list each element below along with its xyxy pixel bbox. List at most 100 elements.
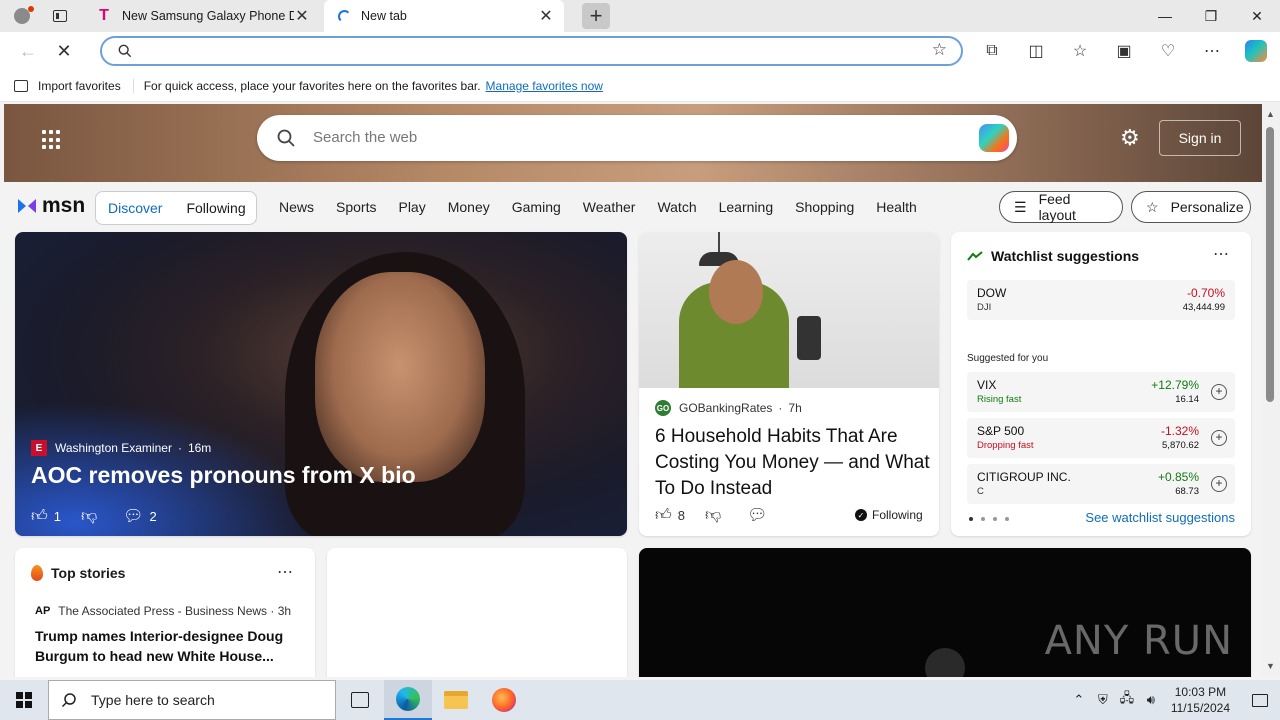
close-tab-icon[interactable]: ✕ [294, 6, 310, 26]
tab-samsung-deals[interactable]: T New Samsung Galaxy Phone Dea ✕ [82, 0, 320, 32]
video-card[interactable]: ANY RUN [639, 548, 1251, 677]
sliders-icon: ☰ [1014, 198, 1027, 215]
profile-button[interactable] [0, 0, 44, 32]
story-source: E Washington Examiner · 16m [31, 440, 211, 456]
favorite-star-icon[interactable]: ☆ [932, 40, 947, 60]
like-button[interactable]: 👍︎ 1 [31, 507, 61, 526]
msn-logo[interactable]: msn [16, 194, 85, 218]
dislike-button[interactable]: 👎︎ [705, 506, 727, 525]
watchlist-row-vix[interactable]: VIX Rising fast +12.79% 16.14 + [967, 372, 1235, 412]
nav-weather[interactable]: Weather [572, 199, 647, 215]
feed-layout-button[interactable]: ☰ Feed layout [999, 191, 1123, 223]
more-options-icon[interactable]: ⋯ [1213, 244, 1229, 264]
favorites-icon[interactable]: ☆ [1058, 35, 1102, 67]
nav-learning[interactable]: Learning [708, 199, 785, 215]
import-favorites-button[interactable]: Import favorites [14, 78, 134, 93]
watchlist-row-sp500[interactable]: S&P 500 Dropping fast -1.32% 5,870.62 + [967, 418, 1235, 458]
copilot-icon[interactable] [979, 124, 1009, 152]
anyrun-watermark: ANY RUN [1044, 618, 1233, 664]
gear-icon[interactable]: ⚙ [1120, 127, 1142, 149]
page-scrollbar[interactable]: ▲ ▼ [1262, 103, 1280, 677]
watchlist-row-dow[interactable]: DOW DJI -0.70% 43,444.99 [967, 280, 1235, 320]
like-button[interactable]: 👍︎ 8 [655, 506, 685, 525]
tab-discover[interactable]: Discover [96, 200, 174, 216]
nav-sports[interactable]: Sports [325, 199, 387, 215]
taskbar-firefox[interactable] [480, 680, 528, 720]
more-options-icon[interactable]: ⋯ [277, 562, 293, 582]
stock-value: 68.73 [1175, 486, 1199, 497]
comment-icon: 💬︎ [123, 508, 144, 525]
clock-time: 10:03 PM [1174, 685, 1227, 699]
extensions-icon[interactable]: ⧉ [970, 35, 1014, 67]
following-badge[interactable]: ✓ Following [855, 508, 923, 522]
watchlist-row-citigroup[interactable]: CITIGROUP INC. C +0.85% 68.73 + [967, 464, 1235, 504]
add-to-watchlist-icon[interactable]: + [1211, 476, 1227, 492]
new-tab-button[interactable]: + [582, 3, 610, 29]
app-launcher-icon[interactable] [42, 130, 62, 150]
carousel-dots[interactable] [969, 517, 1017, 521]
close-window-button[interactable]: ✕ [1234, 0, 1280, 32]
favorites-bar-message: For quick access, place your favorites h… [143, 78, 481, 93]
scroll-down-icon[interactable]: ▼ [1266, 661, 1275, 671]
split-screen-icon[interactable]: ◫ [1014, 35, 1058, 67]
see-watchlist-suggestions-link[interactable]: See watchlist suggestions [1085, 510, 1235, 525]
restore-button[interactable]: ❐ [1188, 0, 1234, 32]
story-headline[interactable]: AOC removes pronouns from X bio [31, 462, 416, 489]
taskbar-edge[interactable] [384, 680, 432, 720]
collections-icon[interactable]: ▣ [1102, 35, 1146, 67]
sign-in-button[interactable]: Sign in [1159, 120, 1241, 156]
story-age: 7h [788, 401, 802, 415]
taskbar-file-explorer[interactable] [432, 680, 480, 720]
source-name: GOBankingRates [679, 401, 773, 415]
start-button[interactable] [0, 680, 48, 720]
nav-money[interactable]: Money [437, 199, 501, 215]
comments-button[interactable]: 💬︎ [747, 505, 773, 525]
nav-news[interactable]: News [268, 199, 325, 215]
comments-button[interactable]: 💬︎ 2 [123, 506, 157, 526]
manage-favorites-link[interactable]: Manage favorites now [486, 79, 603, 93]
scroll-up-icon[interactable]: ▲ [1266, 109, 1275, 119]
tab-following[interactable]: Following [174, 200, 257, 216]
notifications-button[interactable] [1240, 680, 1280, 720]
watchlist-title: Watchlist suggestions [991, 248, 1140, 264]
address-bar[interactable]: ☆ [100, 36, 963, 66]
watchlist-card: Watchlist suggestions ⋯ DOW DJI -0.70% 4… [951, 232, 1251, 536]
taskbar-search-box[interactable]: Type here to search [48, 680, 336, 720]
nav-health[interactable]: Health [865, 199, 927, 215]
close-tab-icon[interactable]: ✕ [538, 6, 554, 26]
story-photo [639, 232, 939, 388]
nav-watch[interactable]: Watch [646, 199, 707, 215]
task-view-button[interactable] [336, 680, 384, 720]
story-headline[interactable]: 6 Household Habits That Are Costing You … [655, 424, 931, 502]
volume-icon[interactable]: 🔊︎ [1140, 692, 1162, 708]
scroll-thumb[interactable] [1266, 127, 1274, 402]
chevron-up-icon[interactable]: ⌃ [1068, 692, 1090, 708]
nav-play[interactable]: Play [387, 199, 436, 215]
tab-new-tab[interactable]: New tab ✕ [324, 0, 564, 32]
thumbs-down-icon: 👎︎ [704, 506, 722, 524]
news-story-card[interactable]: GO GOBankingRates · 7h 6 Household Habit… [639, 232, 939, 536]
story-age: 16m [187, 441, 212, 455]
settings-more-icon[interactable]: ⋯ [1190, 35, 1234, 67]
nav-gaming[interactable]: Gaming [501, 199, 572, 215]
gobankingrates-logo-icon: GO [655, 400, 671, 416]
minimize-button[interactable]: — [1142, 0, 1188, 32]
copilot-button[interactable] [1234, 35, 1278, 67]
add-to-watchlist-icon[interactable]: + [1211, 430, 1227, 446]
browser-essentials-icon[interactable]: ♡ [1146, 35, 1190, 67]
web-search-box[interactable]: Search the web [257, 115, 1017, 161]
hero-story-card[interactable]: E Washington Examiner · 16m AOC removes … [15, 232, 627, 536]
star-sparkle-icon: ☆ [1146, 198, 1159, 215]
back-button[interactable]: ← [10, 35, 46, 67]
story-headline[interactable]: Trump names Interior-designee Doug Burgu… [35, 626, 295, 666]
personalize-button[interactable]: ☆ Personalize [1131, 191, 1251, 223]
network-icon[interactable]: 🖧︎ [1116, 689, 1138, 711]
add-to-watchlist-icon[interactable]: + [1211, 384, 1227, 400]
nav-shopping[interactable]: Shopping [784, 199, 865, 215]
system-clock[interactable]: 10:03 PM 11/15/2024 [1171, 684, 1230, 716]
tab-actions-button[interactable] [44, 0, 76, 32]
stock-name: VIX [977, 378, 997, 392]
dislike-button[interactable]: 👎︎ [81, 507, 103, 526]
security-icon[interactable]: ⛨ [1092, 692, 1114, 708]
stop-loading-button[interactable]: ✕ [46, 35, 82, 67]
